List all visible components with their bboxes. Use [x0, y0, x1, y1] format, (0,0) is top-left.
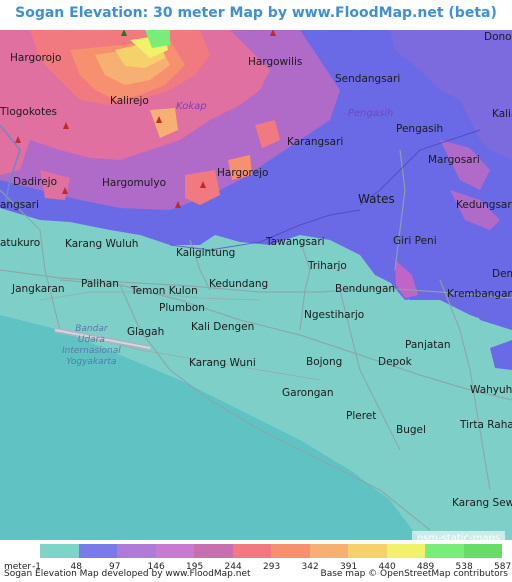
place-label-dono[interactable]: Dono: [484, 32, 512, 43]
legend-swatch: [155, 544, 194, 558]
place-label-garongan[interactable]: Garongan: [282, 388, 334, 399]
peak-marker: [121, 30, 127, 36]
legend-swatch: [78, 544, 117, 558]
place-label-sendangsari[interactable]: Sendangsari: [335, 74, 400, 85]
peak-marker: [156, 116, 162, 123]
place-label-angsari[interactable]: angsari: [0, 200, 39, 211]
place-label-glagah[interactable]: Glagah: [127, 327, 164, 338]
airport-label-line-1: Bandar: [75, 324, 108, 334]
peak-marker: [15, 136, 21, 143]
water-label-pengasih: Pengasih: [348, 108, 394, 119]
place-label-kalirejo[interactable]: Kalirejo: [110, 96, 149, 107]
place-label-wates[interactable]: Wates: [358, 193, 395, 205]
legend-swatch: [309, 544, 348, 558]
place-label-hargorojo[interactable]: Hargorojo: [10, 53, 61, 64]
place-label-palihan[interactable]: Palihan: [81, 279, 119, 290]
place-label-pengasih[interactable]: Pengasih: [396, 124, 443, 135]
place-label-jangkaran[interactable]: Jangkaran: [12, 284, 65, 295]
place-label-tawangsari[interactable]: Tawangsari: [266, 237, 325, 248]
water-label-kokap: Kokap: [176, 101, 207, 112]
place-label-giri-peni[interactable]: Giri Peni: [393, 236, 437, 247]
peak-marker: [63, 122, 69, 129]
place-label-kalia[interactable]: Kalia: [492, 109, 512, 120]
place-label-hargowilis[interactable]: Hargowilis: [248, 57, 302, 68]
footer-basemap-credit[interactable]: Base map © OpenStreetMap contributors: [321, 569, 508, 579]
legend-swatch: [40, 544, 79, 558]
airport-label-line-2: Udara: [77, 335, 105, 345]
elevation-map[interactable]: Hargorojo Hargowilis Sendangsari Dono Tl…: [0, 30, 512, 540]
place-label-dem[interactable]: Dem: [492, 269, 512, 280]
place-label-depok[interactable]: Depok: [378, 357, 412, 368]
place-label-karang-wuluh[interactable]: Karang Wuluh: [65, 239, 138, 250]
place-label-karang-wuni[interactable]: Karang Wuni: [189, 358, 256, 369]
legend-swatch: [194, 544, 233, 558]
place-label-hargomulyo[interactable]: Hargomulyo: [102, 178, 166, 189]
peak-marker: [175, 201, 181, 208]
legend-swatch: [271, 544, 310, 558]
airport-label-line-3: Internasional: [62, 346, 121, 356]
airport-label-line-4: Yogyakarta: [66, 357, 117, 367]
place-label-dadirejo[interactable]: Dadirejo: [13, 177, 57, 188]
legend-value-label: 342: [301, 562, 319, 572]
place-label-temon-kulon[interactable]: Temon Kulon: [131, 286, 198, 297]
footer-credit[interactable]: Sogan Elevation Map developed by www.Flo…: [4, 569, 251, 579]
peak-marker: [200, 181, 206, 188]
place-label-pleret[interactable]: Pleret: [346, 411, 376, 422]
place-label-kedungsari[interactable]: Kedungsari: [456, 200, 512, 211]
place-label-plumbon[interactable]: Plumbon: [159, 303, 205, 314]
header: Sogan Elevation: 30 meter Map by www.Flo…: [0, 0, 512, 30]
legend-swatch: [348, 544, 387, 558]
place-label-kaligintung[interactable]: Kaligintung: [176, 248, 235, 259]
peak-marker: [62, 187, 68, 194]
place-label-wahyuha[interactable]: Wahyuha: [470, 385, 512, 396]
legend-value-label: 293: [263, 562, 281, 572]
place-label-ngestiharjo[interactable]: Ngestiharjo: [304, 310, 364, 321]
place-label-karang-sewu[interactable]: Karang Sewu: [452, 498, 512, 509]
map-title: Sogan Elevation: 30 meter Map by www.Flo…: [15, 5, 497, 21]
place-label-karangsari[interactable]: Karangsari: [287, 137, 343, 148]
airport-label: Bandar Udara Internasional Yogyakarta: [62, 324, 121, 368]
place-label-tlogokotes[interactable]: Tlogokotes: [0, 107, 57, 118]
place-label-panjatan[interactable]: Panjatan: [405, 340, 451, 351]
place-label-bojong[interactable]: Bojong: [306, 357, 342, 368]
place-label-bugel[interactable]: Bugel: [396, 425, 426, 436]
place-label-kedundang[interactable]: Kedundang: [209, 279, 268, 290]
place-label-tirta-rahay[interactable]: Tirta Rahay: [460, 420, 512, 431]
place-label-kali-dengen[interactable]: Kali Dengen: [191, 322, 254, 333]
legend-swatch: [463, 544, 502, 558]
place-label-margosari[interactable]: Margosari: [428, 155, 480, 166]
place-label-triharjo[interactable]: Triharjo: [308, 261, 347, 272]
legend-swatch: [425, 544, 464, 558]
legend-swatch: [232, 544, 271, 558]
map-attribution[interactable]: osm-static-maps: [412, 531, 505, 540]
place-label-bendungan[interactable]: Bendungan: [335, 284, 395, 295]
place-label-atukuro[interactable]: atukuro: [0, 238, 40, 249]
peak-marker: [270, 30, 276, 36]
place-label-hargorejo[interactable]: Hargorejo: [217, 168, 268, 179]
legend-swatch: [386, 544, 425, 558]
place-label-krembangan[interactable]: Krembangan: [447, 289, 512, 300]
legend-swatch: [117, 544, 156, 558]
